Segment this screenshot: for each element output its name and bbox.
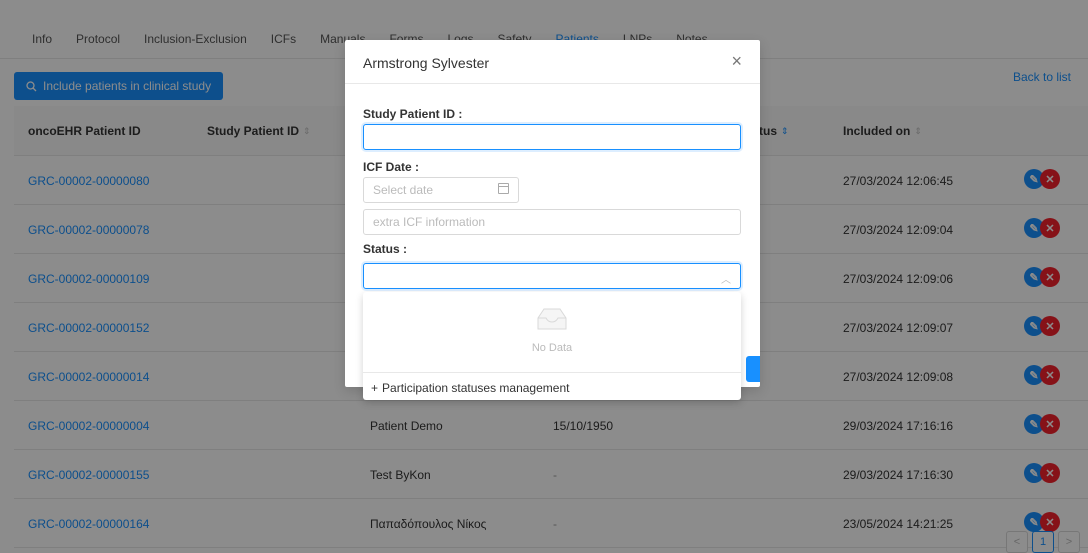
study-patient-id-label: Study Patient ID :: [363, 107, 463, 121]
ok-button[interactable]: [746, 356, 760, 382]
plus-icon: +: [371, 381, 379, 395]
status-label: Status :: [363, 242, 408, 256]
no-data-text: No Data: [531, 342, 573, 354]
date-placeholder: Select date: [373, 183, 434, 197]
modal-header: Armstrong Sylvester ×: [345, 40, 760, 84]
close-icon[interactable]: ×: [731, 52, 742, 70]
study-patient-id-input[interactable]: [363, 124, 741, 150]
manage-label: Participation statuses management: [382, 381, 570, 395]
empty-inbox-icon: [537, 308, 567, 330]
calendar-icon: [498, 183, 509, 194]
modal-title: Armstrong Sylvester: [363, 55, 490, 71]
icf-date-picker[interactable]: Select date: [363, 177, 519, 203]
status-dropdown: No Data + Participation statuses managem…: [363, 292, 741, 400]
dropdown-divider: [363, 372, 741, 373]
participation-statuses-management-link[interactable]: + Participation statuses management: [371, 381, 569, 395]
extra-icf-info-input[interactable]: extra ICF information: [363, 209, 741, 235]
icf-date-label: ICF Date :: [363, 160, 420, 174]
status-select[interactable]: ︿: [363, 263, 741, 289]
chevron-up-icon: ︿: [721, 275, 731, 286]
